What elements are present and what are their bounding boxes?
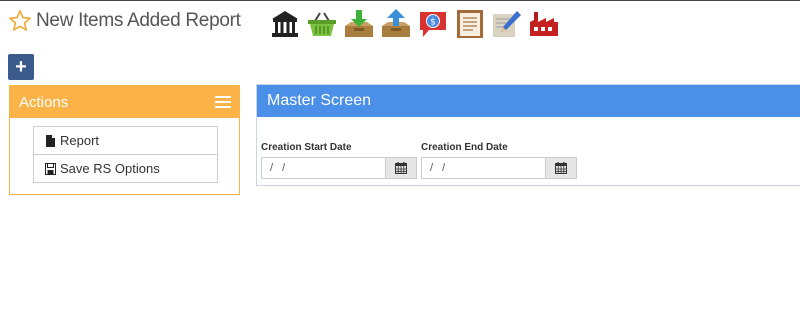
creation-start-date-box [261,157,417,179]
coin-speech-bubble-icon[interactable]: $ [417,8,449,40]
report-label: Report [60,133,100,148]
inbox-download-icon[interactable] [343,8,375,40]
pencil-edit-icon[interactable] [491,8,523,40]
report-action[interactable]: Report [33,126,218,155]
creation-end-date-label: Creation End Date [421,142,508,153]
creation-start-date-label: Creation Start Date [261,142,352,153]
creation-start-date-field: Creation Start Date [261,142,417,179]
top-border [0,0,800,1]
factory-icon[interactable] [528,8,560,40]
document-icon [46,134,55,147]
basket-icon[interactable] [306,8,338,40]
bank-icon[interactable] [269,8,301,40]
creation-end-date-input[interactable] [421,157,545,179]
page-title: New Items Added Report [36,10,241,31]
creation-end-date-field: Creation End Date [421,142,577,179]
actions-header: Actions [10,86,239,118]
master-screen-panel: Master Screen Creation Start Date Creati… [256,84,800,186]
hamburger-menu-icon[interactable] [215,96,231,108]
save-rs-options-label: Save RS Options [60,161,160,176]
svg-text:$: $ [430,18,436,28]
toolbar: $ [269,8,560,40]
page-header: New Items Added Report [8,6,241,36]
notepad-icon[interactable] [454,8,486,40]
master-header: Master Screen [257,85,800,117]
calendar-icon[interactable] [385,157,417,179]
actions-title: Actions [19,93,69,111]
floppy-disk-icon [45,162,56,175]
calendar-icon[interactable] [545,157,577,179]
creation-start-date-input[interactable] [261,157,385,179]
actions-panel: Actions Report Save RS Options [9,85,240,195]
creation-end-date-box [421,157,577,179]
save-rs-options-action[interactable]: Save RS Options [33,154,218,183]
star-outline-icon[interactable] [8,9,32,33]
action-list: Report Save RS Options [33,126,218,183]
add-button[interactable]: + [8,54,34,80]
outbox-upload-icon[interactable] [380,8,412,40]
